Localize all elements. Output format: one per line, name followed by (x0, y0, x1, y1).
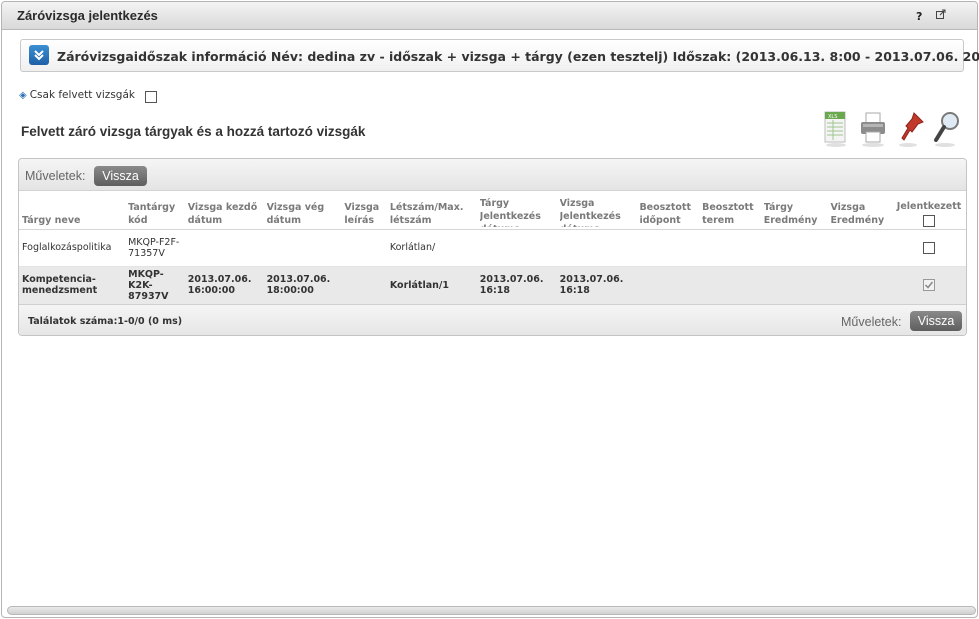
cell-assigned-time (636, 229, 700, 267)
print-icon[interactable] (858, 110, 890, 148)
cell-subject-result (760, 266, 828, 304)
cell-exam-end (263, 229, 342, 267)
expand-icon[interactable] (29, 45, 49, 65)
table-row[interactable]: Kompetencia-menedzsment MKQP-K2K-87937V … (19, 266, 966, 304)
pin-icon[interactable] (896, 110, 928, 148)
cell-subject-name: Kompetencia-menedzsment (19, 266, 126, 304)
section-title: Felvett záró vizsga tárgyak és a hozzá t… (21, 124, 366, 139)
col-header-subject-registration-date[interactable]: Tárgy Jelentkezés dátuma (476, 192, 557, 230)
diamond-icon: ◈ (19, 90, 27, 101)
col-header-subject-code[interactable]: Tantárgy kód (125, 192, 185, 230)
results-count: Találatok száma:1-0/0 (0 ms) (28, 316, 183, 327)
col-header-subject-name[interactable]: Tárgy neve (19, 192, 126, 230)
table-header-row: Tárgy neve Tantárgy kód Vizsga kezdő dát… (19, 192, 966, 230)
cell-subject-code: MKQP-F2F-71357V (125, 229, 185, 267)
exam-period-info-text: Záróvizsgaidőszak információ Név: dedina… (57, 49, 979, 64)
col-header-exam-start[interactable]: Vizsga kezdő dátum (184, 192, 264, 230)
select-all-checkbox[interactable] (923, 214, 936, 227)
grid-toolbar-top: Műveletek: Vissza (19, 159, 966, 191)
cell-exam-start (184, 229, 264, 267)
main-window: Záróvizsga jelentkezés ? Záróvizsgaidősz… (1, 1, 979, 618)
cell-headcount: Korlátlan/ (386, 229, 477, 267)
only-registered-filter: ◈ Csak felvett vizsgák (19, 89, 135, 101)
cell-exam-end: 2013.07.06. 18:00:00 (263, 266, 342, 304)
cell-subject-result (760, 229, 828, 267)
only-registered-checkbox[interactable] (145, 91, 157, 103)
cell-subject-code: MKQP-K2K-87937V (125, 266, 185, 304)
window-title: Záróvizsga jelentkezés (17, 8, 158, 23)
registered-checkbox-checked (923, 279, 936, 292)
cell-exam-result (827, 266, 893, 304)
cell-exam-registration-date: 2013.07.06. 16:18 (556, 266, 637, 304)
help-icon[interactable]: ? (916, 10, 922, 23)
cell-exam-start: 2013.07.06. 16:00:00 (184, 266, 264, 304)
col-header-exam-description[interactable]: Vizsga leírás (341, 192, 387, 230)
col-header-exam-end[interactable]: Vizsga vég dátum (263, 192, 342, 230)
back-button-bottom[interactable]: Vissza (910, 311, 962, 331)
only-registered-label: Csak felvett vizsgák (29, 89, 135, 101)
col-header-exam-result[interactable]: Vizsga Eredmény (827, 192, 893, 230)
search-icon[interactable] (932, 110, 964, 148)
cell-exam-result (827, 229, 893, 267)
cell-subject-registration-date (476, 229, 557, 267)
exam-period-info-panel: Záróvizsgaidőszak információ Név: dedina… (20, 39, 979, 72)
cell-subject-registration-date: 2013.07.06. 16:18 (476, 266, 557, 304)
svg-text:XLS: XLS (828, 114, 837, 120)
popout-icon[interactable] (936, 9, 946, 22)
cell-exam-registration-date (556, 229, 637, 267)
exam-table: Tárgy neve Tantárgy kód Vizsga kezdő dát… (19, 192, 966, 304)
back-button[interactable]: Vissza (94, 166, 147, 186)
cell-assigned-room (699, 266, 761, 304)
horizontal-scrollbar[interactable] (7, 606, 976, 615)
title-bar: Záróvizsga jelentkezés ? (2, 2, 977, 30)
cell-headcount: Korlátlan/1 (386, 266, 477, 304)
exam-grid: Műveletek: Vissza Tárgy neve Tantárgy kó… (18, 158, 967, 336)
cell-assigned-time (636, 266, 700, 304)
toolbar: XLS (820, 110, 965, 152)
grid-footer: Találatok száma:1-0/0 (0 ms) Műveletek: … (19, 304, 966, 335)
col-header-assigned-time[interactable]: Beosztott időpont (636, 192, 700, 230)
excel-export-icon[interactable]: XLS (822, 110, 854, 148)
col-header-exam-registration-date[interactable]: Vizsga Jelentkezés dátuma (556, 192, 637, 230)
cell-registered (892, 266, 966, 304)
cell-exam-description (341, 229, 387, 267)
operations-label: Műveletek: (25, 169, 86, 183)
cell-assigned-room (699, 229, 761, 267)
cell-subject-name: Foglalkozáspolitika (19, 229, 126, 267)
registered-checkbox[interactable] (923, 241, 936, 254)
col-header-headcount[interactable]: Létszám/Max. létszám (386, 192, 477, 230)
table-row[interactable]: Foglalkozáspolitika MKQP-F2F-71357V Korl… (19, 229, 966, 267)
col-header-registered[interactable]: Jelentkezett (892, 192, 966, 230)
cell-registered (892, 229, 966, 267)
col-header-subject-result[interactable]: Tárgy Eredmény (760, 192, 828, 230)
col-header-assigned-room[interactable]: Beosztott terem (699, 192, 761, 230)
operations-label-bottom: Műveletek: (841, 315, 902, 329)
cell-exam-description (341, 266, 387, 304)
